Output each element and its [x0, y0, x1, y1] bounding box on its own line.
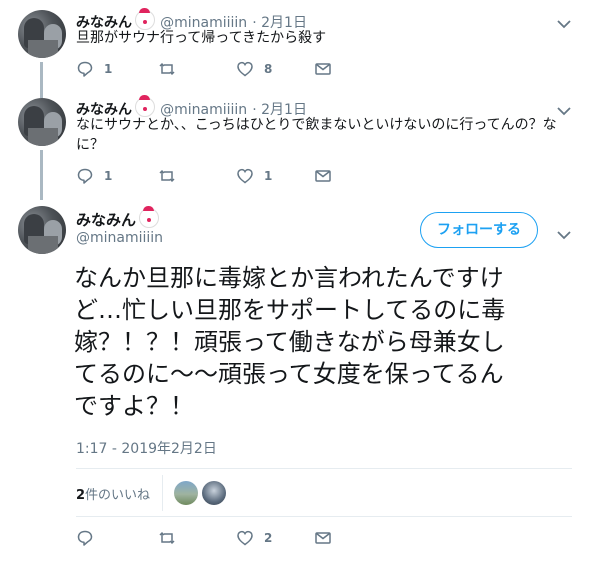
- like-button[interactable]: 1: [236, 167, 272, 185]
- divider: [162, 475, 163, 511]
- chevron-down-icon[interactable]: [557, 14, 571, 33]
- retweet-button[interactable]: [158, 167, 186, 185]
- chevron-down-icon[interactable]: [557, 225, 571, 244]
- reply-count: 1: [104, 169, 113, 183]
- tweet-timestamp[interactable]: 1:17 - 2019年2月2日: [76, 438, 217, 458]
- message-button[interactable]: [314, 167, 342, 185]
- message-button[interactable]: [314, 60, 342, 78]
- clown-emoji-icon: [135, 8, 155, 30]
- likes-label: 件のいいね: [85, 488, 151, 503]
- message-button[interactable]: [314, 529, 342, 547]
- follow-button[interactable]: フォローする: [420, 212, 538, 248]
- like-count: 1: [264, 169, 273, 183]
- reply-button[interactable]: 1: [76, 167, 112, 185]
- tweet-text-line: に？: [76, 137, 104, 153]
- tweet-text: なにサウナとか、、こっちはひとりで飲まないといけないのに行ってんの？な に？: [76, 115, 576, 155]
- main-tweet-line: なんか旦那に毒嫁とか言われたんですけ: [74, 264, 504, 292]
- author-handle[interactable]: @minamiiiin: [76, 230, 163, 246]
- message-icon: [315, 63, 331, 75]
- retweet-icon: [159, 531, 175, 545]
- avatar[interactable]: [18, 206, 66, 254]
- main-tweet-line: てるのに〜〜頑張って女度を保ってるん: [74, 360, 504, 388]
- avatar[interactable]: [18, 10, 66, 58]
- like-button[interactable]: 2: [236, 529, 272, 547]
- tweet-text-line: なにサウナとか、、こっちはひとりで飲まないといけないのに行ってんの？な: [76, 117, 557, 133]
- main-tweet-line: ですよ？！: [74, 392, 194, 420]
- reply-icon: [77, 168, 93, 184]
- message-icon: [315, 170, 331, 182]
- liker-avatar[interactable]: [202, 481, 226, 505]
- likes-count: 2: [76, 488, 86, 503]
- main-tweet-line: 嫁？！？！頑張って働きながら母兼女し: [74, 328, 505, 356]
- thread-line: [40, 88, 43, 98]
- reply-button[interactable]: 1: [76, 60, 112, 78]
- thread-line: [40, 150, 43, 200]
- retweet-button[interactable]: [158, 529, 186, 547]
- liker-avatar[interactable]: [174, 481, 198, 505]
- message-icon: [315, 532, 331, 544]
- main-tweet-author: みなみん: [76, 206, 160, 230]
- like-count: 8: [264, 62, 273, 76]
- main-tweet-line: ど…忙しい旦那をサポートしてるのに毒: [74, 296, 506, 324]
- reply-count: 1: [104, 62, 113, 76]
- heart-icon: [237, 168, 253, 184]
- author-name[interactable]: みなみん: [76, 211, 136, 229]
- reply-icon: [77, 530, 93, 546]
- clown-emoji-icon: [139, 206, 160, 228]
- heart-icon: [237, 61, 253, 77]
- retweet-icon: [159, 62, 175, 76]
- main-tweet-text: なんか旦那に毒嫁とか言われたんですけ ど…忙しい旦那をサポートしてるのに毒 嫁？…: [74, 262, 584, 422]
- reply-icon: [77, 61, 93, 77]
- retweet-icon: [159, 169, 175, 183]
- like-button[interactable]: 8: [236, 60, 272, 78]
- like-count: 2: [264, 531, 273, 545]
- retweet-button[interactable]: [158, 60, 186, 78]
- heart-icon: [237, 530, 253, 546]
- thread-line: [40, 62, 43, 88]
- likers: [174, 481, 230, 505]
- reply-button[interactable]: [76, 529, 104, 547]
- divider: [76, 516, 572, 517]
- avatar[interactable]: [18, 98, 66, 146]
- tweet-text: 旦那がサウナ行って帰ってきたから殺す: [76, 30, 327, 46]
- likes-summary[interactable]: 2件のいいね: [76, 484, 150, 503]
- divider: [76, 468, 572, 469]
- clown-emoji-icon: [135, 95, 155, 117]
